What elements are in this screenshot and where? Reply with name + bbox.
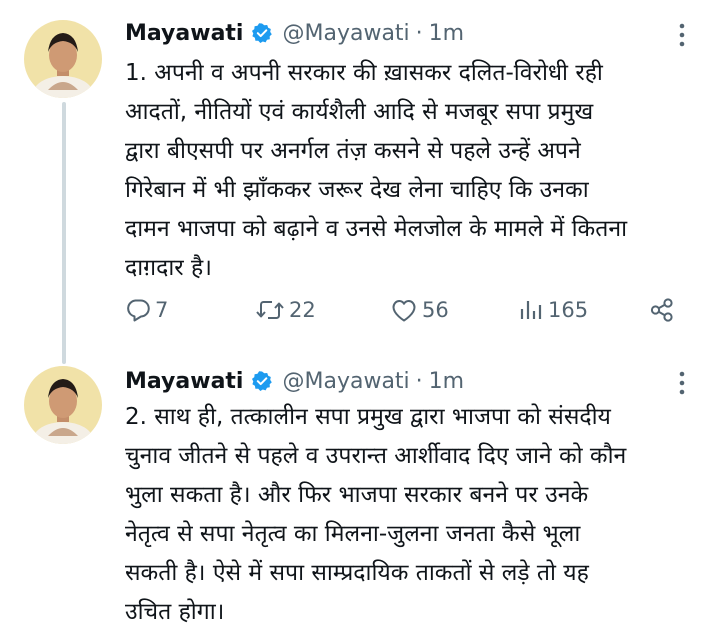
timestamp[interactable]: 1m <box>429 21 464 46</box>
views-icon <box>518 297 544 323</box>
author-handle[interactable]: @Mayawati <box>282 21 409 46</box>
share-icon <box>648 296 676 324</box>
reply-count: 7 <box>155 298 169 322</box>
tweet-text-line: दामन भाजपा को बढ़ाने व उनसे मेलजोल के मा… <box>125 216 628 242</box>
tweet-actions: 7 22 56 165 <box>125 290 695 330</box>
tweet-text-line: नेतृत्व से सपा नेतृत्व का मिलना-जुलना जन… <box>125 521 581 547</box>
separator-dot: · <box>415 20 423 46</box>
tweet[interactable]: Mayawati @Mayawati · 1m 1. अपनी व अपनी स… <box>0 0 720 358</box>
tweet-text: 2. साथ ही, तत्कालीन सपा प्रमुख द्वारा भा… <box>125 398 705 632</box>
like-icon <box>390 297 418 323</box>
avatar[interactable] <box>24 366 102 444</box>
author-name[interactable]: Mayawati <box>125 21 243 46</box>
like-count: 56 <box>422 298 449 322</box>
timestamp[interactable]: 1m <box>429 369 464 394</box>
retweet-icon <box>255 297 285 323</box>
tweet-text-line: सकती है। ऐसे में सपा साम्प्रदायिक ताकतों… <box>125 560 589 586</box>
verified-badge-icon <box>251 22 273 44</box>
reply-icon <box>125 297 151 323</box>
author-name[interactable]: Mayawati <box>125 369 243 394</box>
tweet-text-line: चुनाव जीतने से पहले व उपरान्त आर्शीवाद द… <box>125 443 627 469</box>
author-handle[interactable]: @Mayawati <box>282 369 409 394</box>
retweet-count: 22 <box>289 298 316 322</box>
tweet-header: Mayawati @Mayawati · 1m <box>125 18 464 48</box>
tweet-text-line: उचित होगा। <box>125 599 225 625</box>
tweet-text-line: भुला सकता है। और फिर भाजपा सरकार बनने पर… <box>125 482 589 508</box>
tweet-text-line: आदतों, नीतियों एवं कार्यशैली आदि से मजबू… <box>125 99 594 125</box>
avatar[interactable] <box>24 20 102 98</box>
tweet-text-line: गिरेबान में भी झाँककर जरूर देख लेना चाहि… <box>125 177 589 203</box>
tweet-text-line: 1. अपनी व अपनी सरकार की ख़ासकर दलित-विरो… <box>125 60 603 86</box>
verified-badge-icon <box>251 370 273 392</box>
reply-button[interactable]: 7 <box>125 290 168 330</box>
tweet-text-line: द्वारा बीएसपी पर अनर्गल तंज़ कसने से पहल… <box>125 138 581 164</box>
views-count: 165 <box>548 298 589 322</box>
share-button[interactable] <box>648 290 676 330</box>
retweet-button[interactable]: 22 <box>255 290 316 330</box>
tweet-text-line: 2. साथ ही, तत्कालीन सपा प्रमुख द्वारा भा… <box>125 404 611 430</box>
more-options-icon[interactable] <box>678 22 686 48</box>
more-options-icon[interactable] <box>678 370 686 396</box>
like-button[interactable]: 56 <box>390 290 449 330</box>
tweet[interactable]: Mayawati @Mayawati · 1m 2. साथ ही, तत्का… <box>0 358 720 632</box>
tweet-header: Mayawati @Mayawati · 1m <box>125 366 464 396</box>
tweet-text-line: दाग़दार है। <box>125 255 212 281</box>
views-button[interactable]: 165 <box>518 290 588 330</box>
tweet-text: 1. अपनी व अपनी सरकार की ख़ासकर दलित-विरो… <box>125 54 705 288</box>
separator-dot: · <box>415 368 423 394</box>
